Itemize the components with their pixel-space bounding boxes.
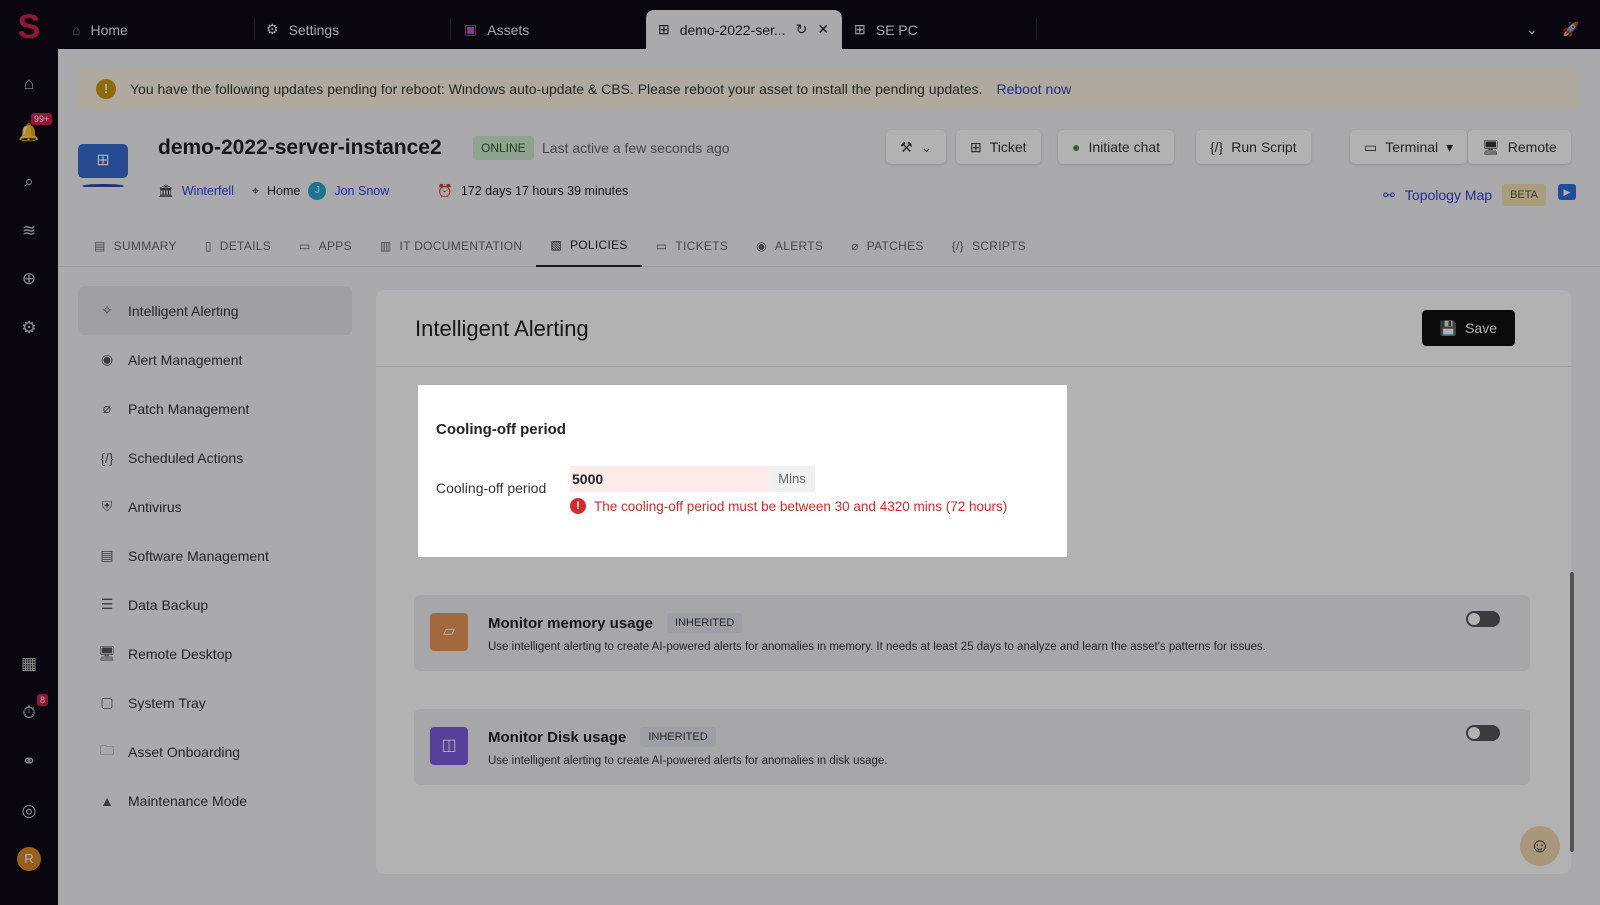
unit-label: Mins bbox=[769, 466, 815, 492]
error-icon: ! bbox=[570, 498, 586, 514]
modal-title: Cooling-off period bbox=[436, 421, 566, 438]
cooling-off-label: Cooling-off period bbox=[436, 480, 547, 496]
error-message: ! The cooling-off period must be between … bbox=[570, 498, 1007, 514]
cooling-off-input[interactable] bbox=[570, 466, 769, 492]
cooling-off-modal: Cooling-off period Cooling-off period Mi… bbox=[418, 385, 1067, 557]
